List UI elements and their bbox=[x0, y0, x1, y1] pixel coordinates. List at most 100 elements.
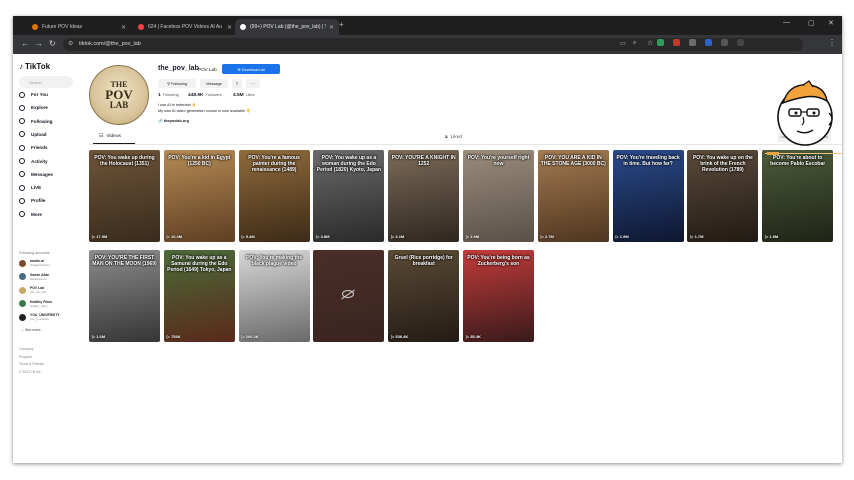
profile-link[interactable]: 🔗 thepovlab.org bbox=[158, 118, 189, 123]
account-handle: the_pov_lab bbox=[30, 290, 47, 294]
avatar-text-line: POV bbox=[105, 87, 133, 102]
more-icon bbox=[19, 211, 25, 218]
see-more-link[interactable]: ⌄ See more bbox=[21, 328, 41, 332]
sidebar-item-for-you[interactable]: For You bbox=[19, 90, 48, 99]
video-thumbnail[interactable]: POV: You're yourself right now ▷ 2.9M bbox=[463, 150, 534, 242]
video-thumbnail[interactable]: POV: You're a famous painter during the … bbox=[238, 150, 310, 242]
stat-value: 448.9K bbox=[188, 93, 204, 98]
view-count: 5.4M bbox=[245, 234, 255, 239]
video-thumbnail[interactable]: POV: You wake up as a woman during the E… bbox=[313, 150, 385, 242]
video-views: ▷ 536.4K bbox=[391, 334, 408, 339]
tab-liked[interactable]: 🔒︎ Liked bbox=[445, 134, 462, 141]
account-text: Healthy Films healthy_films bbox=[30, 300, 52, 308]
menu-kebab-icon[interactable]: ⋮ bbox=[828, 38, 836, 47]
video-thumbnail[interactable]: POV: You're traveling back in time. But … bbox=[612, 150, 684, 242]
following-account[interactable]: Healthy Films healthy_films bbox=[19, 298, 52, 310]
video-views: ▷ 3.8M bbox=[316, 234, 329, 239]
tiktok-note-icon: ♪ bbox=[19, 62, 23, 71]
sidebar-item-friends[interactable]: Friends bbox=[19, 143, 48, 152]
extension-red-icon[interactable] bbox=[673, 39, 680, 46]
close-icon[interactable]: ✕ bbox=[227, 24, 232, 31]
extension-gray-icon[interactable] bbox=[689, 39, 696, 46]
message-button[interactable]: Message bbox=[200, 79, 228, 88]
reload-button[interactable]: ↻ bbox=[49, 39, 56, 48]
url-text: tiktok.com/@the_pov_lab bbox=[79, 41, 141, 47]
live-icon bbox=[19, 184, 25, 191]
video-thumbnail[interactable]: Gruel (Rice porridge) for breakfast ▷ 536… bbox=[388, 250, 460, 342]
cast-icon[interactable]: ▭ bbox=[620, 40, 626, 47]
sidebar-search-input[interactable]: Search bbox=[19, 76, 73, 88]
video-thumbnail[interactable]: POV: You wake up as a Samurai during the… bbox=[163, 250, 235, 342]
video-thumbnail[interactable] bbox=[313, 250, 385, 342]
view-count: 2.7M bbox=[544, 234, 554, 239]
sidebar-item-live[interactable]: LIVE bbox=[19, 183, 41, 192]
tab-label: Videos bbox=[106, 134, 121, 139]
video-thumbnail[interactable]: POV: You're about to become Pablo Escoba… bbox=[762, 150, 834, 242]
video-thumbnail[interactable]: POV: You wake up on the brink of the Fre… bbox=[687, 150, 759, 242]
download-all-button[interactable]: ⊕ Download all bbox=[222, 64, 280, 74]
more-icon[interactable]: ··· bbox=[246, 79, 260, 88]
view-count: 10.4M bbox=[170, 234, 183, 239]
view-count: 2.9M bbox=[470, 234, 480, 239]
forward-button[interactable]: → bbox=[35, 39, 43, 48]
sidebar-item-label: Explore bbox=[31, 105, 48, 111]
sidebar-item-upload[interactable]: Upload bbox=[19, 130, 47, 139]
following-account[interactable]: martin.ai chatgptmartinn bbox=[19, 257, 50, 269]
following-account[interactable]: YOU_UNIVERSITY you_university bbox=[19, 311, 60, 323]
bookmark-star-icon[interactable]: ☆ bbox=[647, 39, 653, 47]
close-icon[interactable]: ✕ bbox=[329, 24, 334, 31]
video-thumbnail[interactable]: POV: You wake up during the Holocaust (1… bbox=[89, 150, 160, 242]
extension-puzzle-icon[interactable] bbox=[721, 39, 728, 46]
back-button[interactable]: ← bbox=[21, 39, 29, 48]
zoom-icon[interactable]: ⌕ bbox=[633, 40, 636, 47]
footer-link[interactable]: Program bbox=[19, 355, 32, 359]
following-account[interactable]: POV Lab the_pov_lab bbox=[19, 284, 46, 296]
tiktok-logo[interactable]: ♪ TikTok bbox=[19, 62, 50, 71]
video-views: ▷ 5.4M bbox=[242, 234, 255, 239]
see-more-label: See more bbox=[25, 328, 41, 332]
video-caption: POV: You're being born as Zuckerberg's s… bbox=[467, 255, 530, 267]
video-caption: POV: YOU'RE A KNIGHT IN 1252 bbox=[391, 155, 456, 167]
sidebar-item-activity[interactable]: Activity bbox=[19, 157, 48, 166]
video-thumbnail[interactable]: POV: YOU ARE A KID IN THE STONE AGE (300… bbox=[537, 150, 609, 242]
stat-following[interactable]: 1 Following bbox=[158, 93, 179, 98]
share-icon[interactable]: ⇪ bbox=[232, 79, 242, 88]
video-thumbnail[interactable]: POV: You're making the black plague vide… bbox=[238, 250, 310, 342]
minimize-icon[interactable]: — bbox=[783, 19, 790, 26]
tab-videos[interactable]: ☷ Videos bbox=[99, 134, 121, 139]
sidebar-item-following[interactable]: Following bbox=[19, 117, 52, 126]
new-tab-button[interactable]: + bbox=[339, 20, 344, 29]
browser-tab-1[interactable]: Future POV Ideas ✕ bbox=[27, 19, 131, 35]
following-button[interactable]: ⚲ Following bbox=[158, 79, 196, 88]
following-accounts-title: Following accounts bbox=[19, 251, 50, 255]
activity-icon bbox=[19, 158, 25, 164]
close-window-icon[interactable]: ✕ bbox=[828, 19, 834, 27]
extension-blue-icon[interactable] bbox=[705, 39, 712, 46]
extension-green-icon[interactable] bbox=[657, 39, 664, 46]
sidebar-item-label: Friends bbox=[31, 145, 48, 151]
video-thumbnail[interactable]: POV: You're a kid in Egypt (1250 BC) ▷ 10… bbox=[163, 150, 235, 242]
sidebar-item-more[interactable]: More bbox=[19, 210, 42, 219]
footer-link[interactable]: Terms & Policies bbox=[19, 362, 44, 366]
close-icon[interactable]: ✕ bbox=[121, 24, 126, 31]
extension-icon[interactable] bbox=[737, 39, 744, 46]
stat-followers[interactable]: 448.9K Followers bbox=[188, 93, 222, 98]
sidebar-item-explore[interactable]: Explore bbox=[19, 103, 48, 112]
video-views: ▷ 2.7M bbox=[541, 234, 554, 239]
video-thumbnail[interactable]: POV: YOU'RE A KNIGHT IN 1252 ▷ 3.1M bbox=[388, 150, 460, 242]
video-views: ▷ 206.2K bbox=[242, 334, 259, 339]
site-info-icon[interactable]: ⚙ bbox=[68, 40, 73, 47]
avatar bbox=[19, 313, 26, 321]
browser-tab-2[interactable]: 624 | Faceless POV Videos AI Au ✕ bbox=[133, 19, 237, 35]
video-thumbnail[interactable]: POV: You're being born as Zuckerberg's s… bbox=[463, 250, 534, 342]
browser-tab-3[interactable]: (99+) POV Lab (@the_pov_lab) | Ti ✕ bbox=[235, 19, 339, 35]
profile-avatar[interactable]: THE POV LAB bbox=[89, 65, 149, 125]
account-text: Sande Allan SHilethiannn bbox=[30, 273, 49, 281]
maximize-icon[interactable]: ▢ bbox=[808, 19, 815, 27]
video-thumbnail[interactable]: POV: YOU'RE THE FIRST MAN ON THE MOON (1… bbox=[89, 250, 160, 342]
bio-line: I use AI to entertain 👌 bbox=[158, 103, 197, 107]
sidebar-item-profile[interactable]: Profile bbox=[19, 196, 45, 205]
footer-link[interactable]: Company bbox=[19, 347, 34, 351]
sidebar-item-messages[interactable]: Messages bbox=[19, 170, 53, 179]
following-account[interactable]: Sande Allan SHilethiannn bbox=[19, 271, 49, 283]
